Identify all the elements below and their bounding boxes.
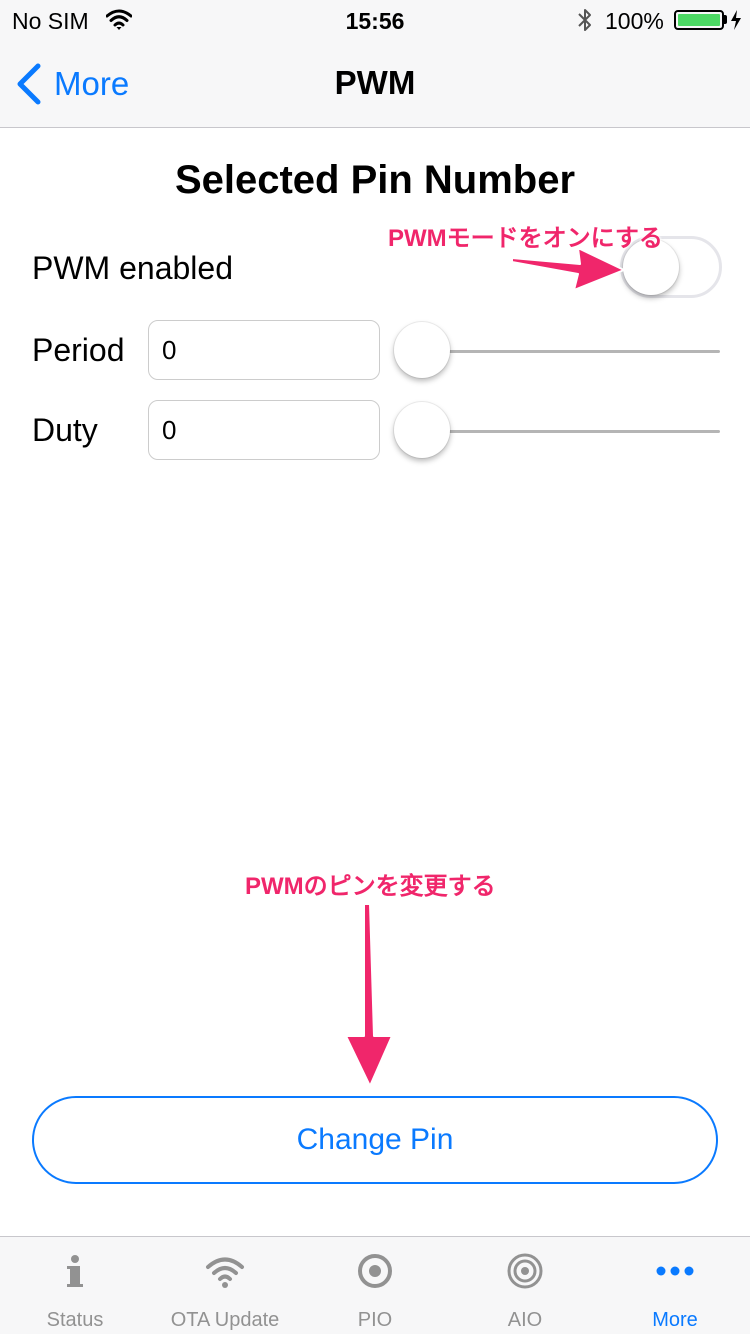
annotation-arrow-down: [345, 903, 393, 1087]
duty-label: Duty: [32, 412, 98, 448]
bluetooth-icon: [578, 9, 591, 31]
tab-label: PIO: [357, 1309, 393, 1331]
section-title: Selected Pin Number: [174, 158, 576, 202]
duty-slider[interactable]: [394, 402, 720, 460]
concentric-target-icon: [507, 1253, 543, 1289]
tab-aio[interactable]: AIO: [450, 1237, 600, 1334]
battery-icon: [674, 10, 724, 30]
slider-track: [422, 430, 720, 433]
slider-thumb[interactable]: [394, 402, 450, 458]
slider-track: [422, 350, 720, 353]
battery-percent: 100%: [605, 8, 664, 34]
more-dots-icon: [656, 1266, 694, 1276]
tab-ota-update[interactable]: OTA Update: [150, 1237, 300, 1334]
radio-target-icon: [358, 1254, 392, 1288]
battery-cap: [724, 15, 727, 24]
period-input[interactable]: [148, 320, 380, 380]
tab-bar: Status OTA Update PIO AIO More: [0, 1236, 750, 1334]
tab-label: Status: [46, 1309, 104, 1331]
page-title: PWM: [334, 64, 416, 101]
battery-level-fill: [678, 14, 720, 26]
slider-thumb[interactable]: [394, 322, 450, 378]
duty-input[interactable]: [148, 400, 380, 460]
pwm-enabled-label: PWM enabled: [32, 250, 233, 286]
period-slider[interactable]: [394, 322, 720, 380]
navigation-bar: More PWM: [0, 40, 750, 128]
annotation-arrow-right: [511, 247, 625, 291]
period-label: Period: [32, 332, 125, 368]
tab-label: AIO: [507, 1309, 543, 1331]
wifi-icon: [206, 1257, 244, 1288]
tab-pio[interactable]: PIO: [300, 1237, 450, 1334]
tab-label: OTA Update: [170, 1309, 280, 1331]
change-pin-button[interactable]: Change Pin: [32, 1096, 718, 1184]
status-bar: No SIM 15:56 100%: [0, 0, 750, 40]
tab-label: More: [652, 1309, 698, 1331]
tab-more[interactable]: More: [600, 1237, 750, 1334]
charging-icon: [731, 10, 741, 30]
tab-status[interactable]: Status: [0, 1237, 150, 1334]
annotation-change-pin-note: PWMのピンを変更する: [245, 873, 496, 900]
info-icon: [67, 1255, 83, 1287]
